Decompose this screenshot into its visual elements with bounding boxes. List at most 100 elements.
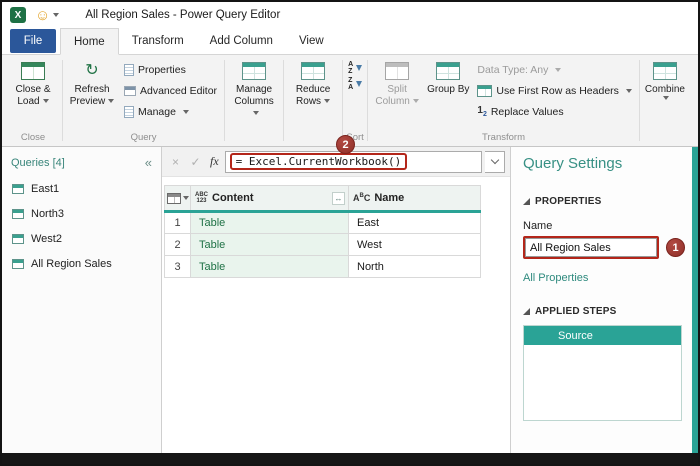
advanced-editor-button[interactable]: Advanced Editor	[119, 81, 222, 100]
reduce-rows-icon	[301, 62, 326, 80]
tab-file[interactable]: File	[10, 29, 56, 53]
expand-column-icon[interactable]: ↔	[332, 191, 345, 205]
replace-values-label: Replace Values	[490, 105, 564, 118]
query-table-icon	[12, 208, 24, 219]
group-label-query: Query	[130, 132, 157, 143]
ribbon-group-close: Close & Load Close	[6, 57, 60, 146]
query-item-label: East1	[31, 182, 60, 195]
annotation-badge-1: 1	[666, 238, 685, 257]
row-number[interactable]: 3	[164, 255, 191, 278]
query-item-label: West2	[31, 232, 62, 245]
properties-section-header[interactable]: PROPERTIES	[523, 196, 682, 207]
cell-content-link[interactable]: Table	[190, 255, 349, 278]
dropdown-caret-icon	[42, 99, 49, 104]
query-table-icon	[12, 258, 24, 269]
dropdown-caret-icon	[412, 99, 419, 104]
group-separator	[342, 60, 344, 141]
advanced-editor-label: Advanced Editor	[140, 84, 218, 97]
combine-button[interactable]: Combine	[642, 57, 688, 100]
select-all-corner[interactable]	[164, 185, 191, 213]
tab-view[interactable]: View	[286, 28, 337, 54]
sort-descending-button[interactable]: ZA	[345, 76, 365, 92]
column-header-name[interactable]: ABC Name	[348, 185, 481, 213]
collapse-pane-icon[interactable]: «	[145, 156, 152, 169]
group-separator	[638, 60, 640, 141]
reduce-rows-button[interactable]: Reduce Rows	[286, 57, 340, 108]
cell-name[interactable]: West	[348, 233, 481, 256]
sort-ascending-button[interactable]: AZ	[345, 60, 365, 76]
name-label: Name	[523, 220, 553, 232]
split-column-button[interactable]: Split Column	[370, 57, 424, 108]
column-header-content[interactable]: ABC 123 Content ↔	[190, 185, 349, 213]
preview-area: × ✓ fx = Excel.CurrentWorkbook() ABC 123…	[162, 147, 510, 453]
query-item-label: All Region Sales	[31, 257, 112, 270]
ribbon-group-sort: AZ ZA Sort	[345, 57, 365, 146]
cell-content-link[interactable]: Table	[190, 233, 349, 256]
manage-button[interactable]: Manage	[119, 102, 222, 121]
group-label-transform: Transform	[482, 132, 525, 143]
row-number[interactable]: 2	[164, 233, 191, 256]
query-item-north3[interactable]: North3	[2, 201, 161, 226]
formula-confirm-button[interactable]: ✓	[187, 153, 204, 170]
table-grid-icon	[166, 192, 181, 204]
applied-steps-section-header[interactable]: APPLIED STEPS	[523, 306, 682, 317]
section-triangle-icon	[523, 198, 530, 205]
sort-az-icon: AZ	[348, 61, 354, 75]
manage-label: Manage	[138, 105, 176, 118]
applied-step-source[interactable]: Source	[524, 326, 681, 345]
bottom-bar	[2, 453, 698, 464]
use-first-row-label: Use First Row as Headers	[496, 84, 619, 97]
ribbon-group-transform: Split Column Group By Data Type: Any Use…	[370, 57, 637, 146]
split-column-label: Split Column	[375, 84, 410, 107]
use-first-row-button[interactable]: Use First Row as Headers	[472, 81, 637, 100]
query-settings-pane: Query Settings PROPERTIES Name 1 All Pro…	[510, 147, 692, 453]
data-preview-grid: ABC 123 Content ↔ ABC Name 1 Table East …	[162, 177, 510, 278]
data-type-button[interactable]: Data Type: Any	[472, 60, 637, 79]
query-item-label: North3	[31, 207, 65, 220]
query-item-east1[interactable]: East1	[2, 176, 161, 201]
replace-values-icon: 12	[477, 104, 487, 118]
cell-name[interactable]: East	[348, 211, 481, 234]
refresh-icon: ↻	[85, 62, 99, 79]
close-load-button[interactable]: Close & Load	[6, 57, 60, 108]
quick-access-dropdown-icon[interactable]	[53, 13, 60, 17]
query-name-input[interactable]	[525, 238, 657, 257]
group-by-label: Group By	[427, 84, 470, 95]
right-edge-strip	[692, 147, 698, 453]
query-item-west2[interactable]: West2	[2, 226, 161, 251]
tab-add-column[interactable]: Add Column	[197, 28, 286, 54]
group-by-button[interactable]: Group By	[424, 57, 472, 96]
dropdown-caret-icon	[108, 99, 115, 104]
all-properties-link[interactable]: All Properties	[523, 272, 588, 284]
properties-button[interactable]: Properties	[119, 60, 222, 79]
formula-expand-button[interactable]	[485, 150, 505, 173]
tab-home[interactable]: Home	[60, 28, 119, 55]
cell-content-link[interactable]: Table	[190, 211, 349, 234]
dropdown-caret-icon	[324, 99, 331, 104]
fx-button[interactable]: fx	[210, 154, 219, 169]
manage-columns-button[interactable]: Manage Columns	[227, 57, 281, 120]
group-separator	[367, 60, 369, 141]
dropdown-caret-icon	[182, 109, 189, 114]
tab-transform[interactable]: Transform	[119, 28, 197, 54]
any-type-icon: ABC 123	[195, 192, 208, 204]
close-load-icon	[21, 62, 45, 80]
smiley-feedback-icon[interactable]: ☺	[35, 8, 50, 23]
manage-columns-icon	[242, 62, 267, 80]
close-load-label: Close & Load	[15, 84, 51, 107]
annotation-badge-2: 2	[336, 135, 355, 154]
properties-icon	[124, 63, 134, 76]
refresh-preview-button[interactable]: ↻ Refresh Preview	[65, 57, 119, 108]
replace-values-button[interactable]: 12 Replace Values	[472, 102, 637, 121]
formula-input[interactable]: = Excel.CurrentWorkbook()	[224, 150, 482, 173]
cell-name[interactable]: North	[348, 255, 481, 278]
dropdown-caret-icon	[663, 96, 670, 100]
sort-za-icon: ZA	[348, 77, 354, 91]
sort-down-arrow-icon	[356, 65, 363, 71]
column-name: Name	[374, 192, 405, 204]
dropdown-caret-icon	[555, 67, 562, 72]
formula-cancel-button[interactable]: ×	[167, 153, 184, 170]
dropdown-caret-icon	[625, 88, 632, 93]
row-number[interactable]: 1	[164, 211, 191, 234]
query-item-all-region-sales[interactable]: All Region Sales	[2, 251, 161, 276]
